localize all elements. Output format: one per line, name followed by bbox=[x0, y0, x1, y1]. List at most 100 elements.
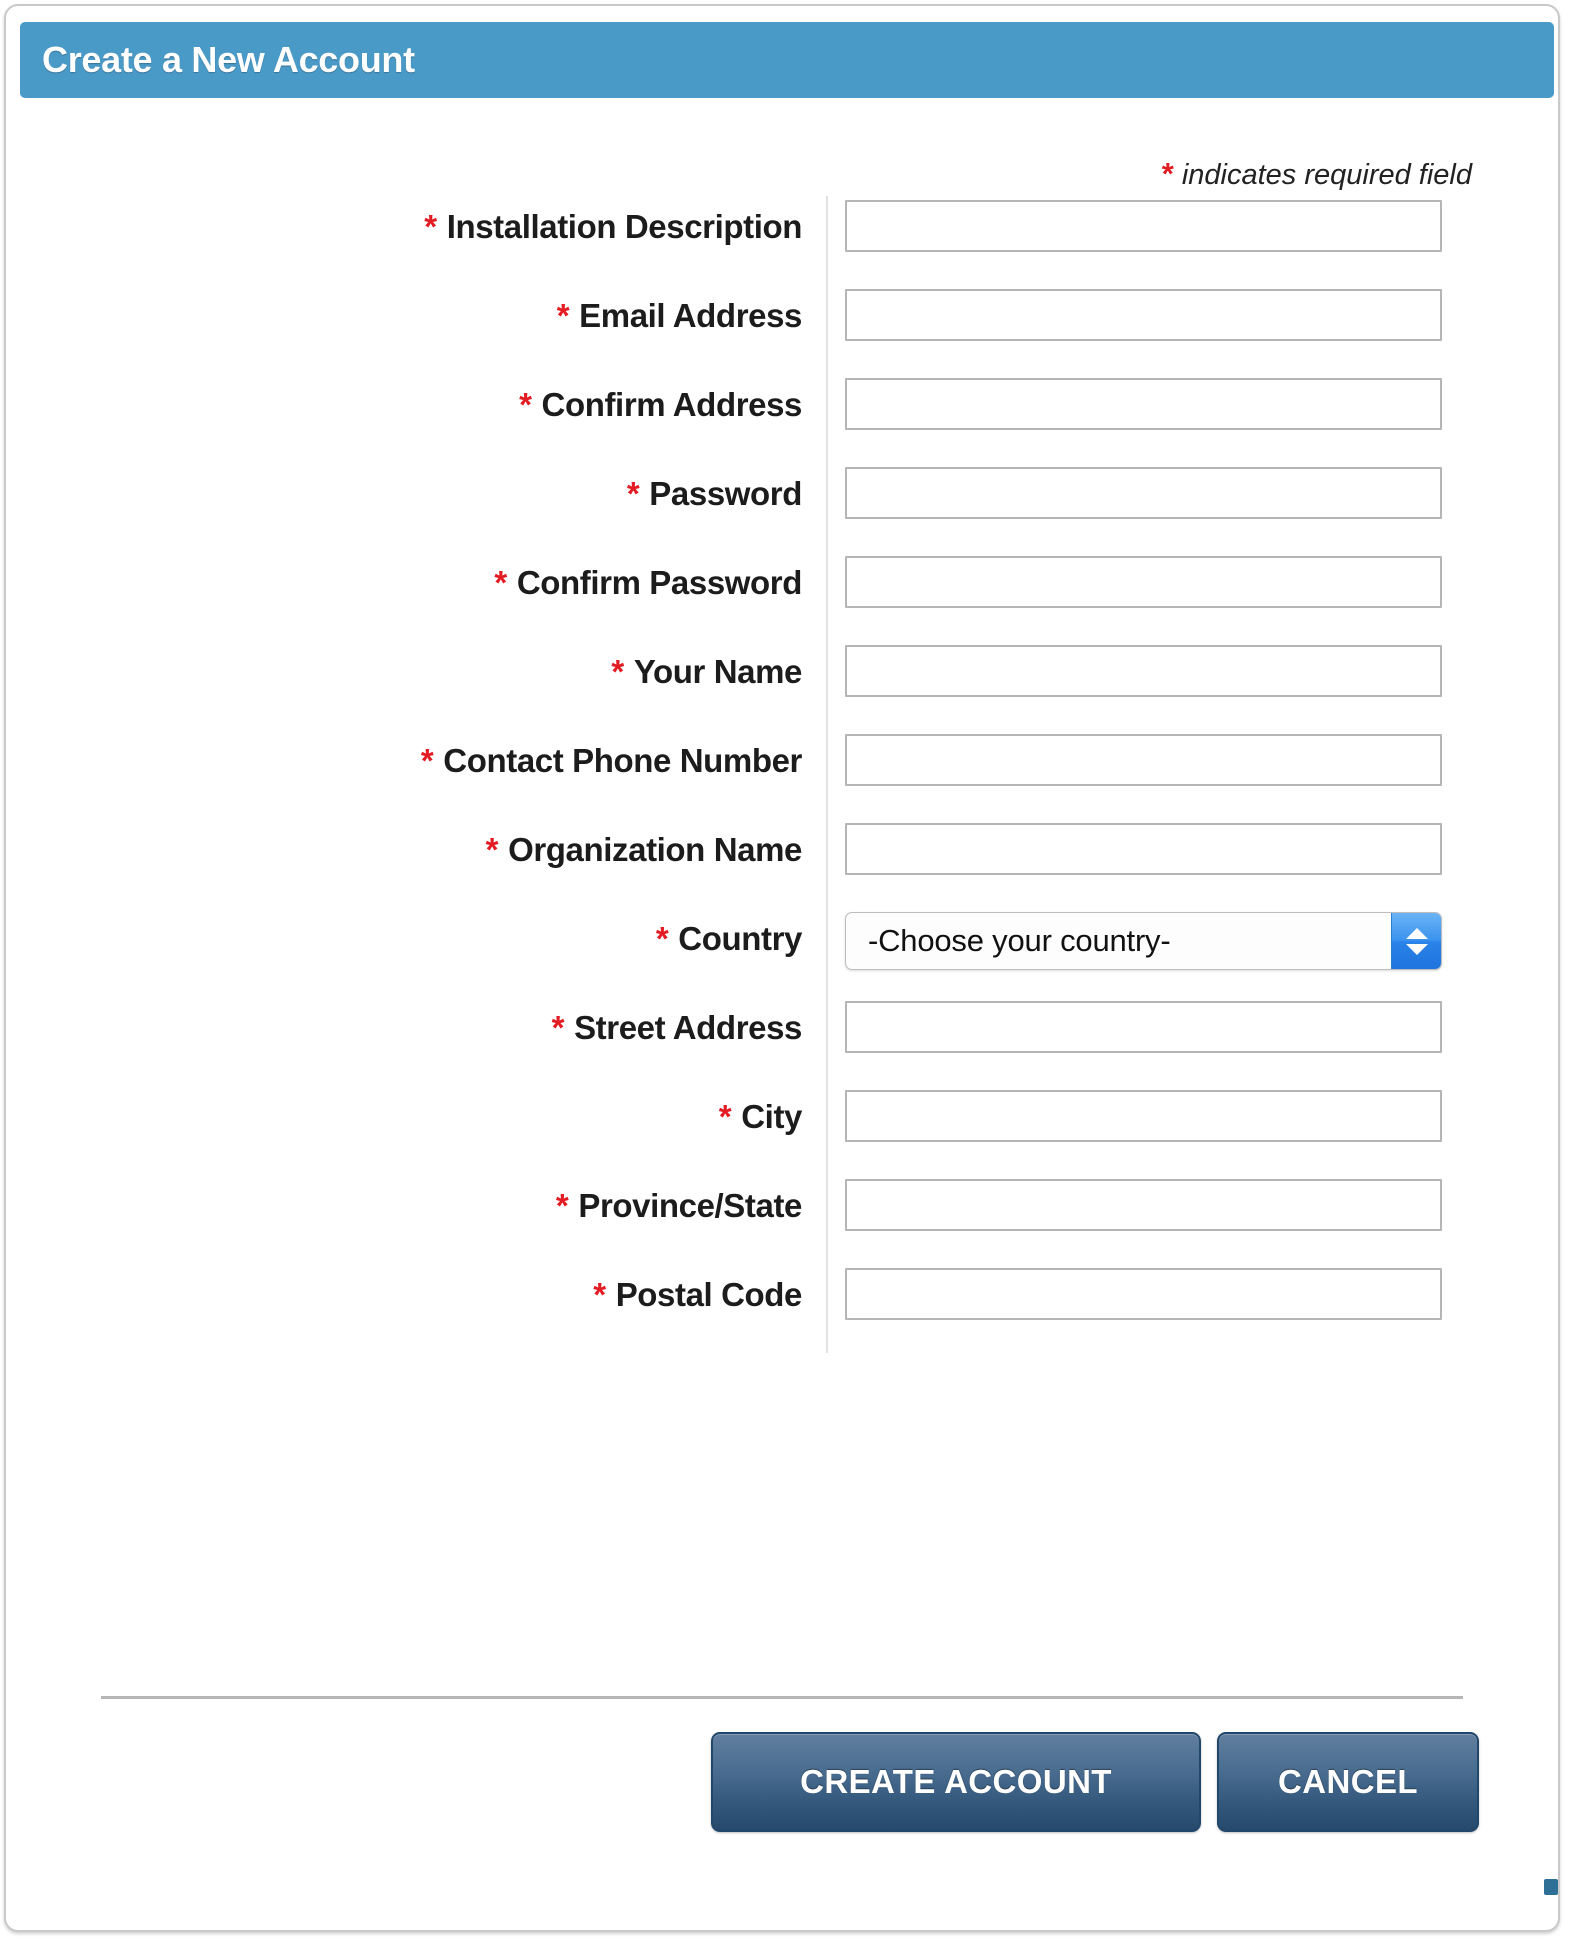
required-asterisk-icon: * bbox=[556, 297, 570, 334]
form-row: * Street Address bbox=[6, 997, 1558, 1086]
text-input[interactable] bbox=[845, 1001, 1442, 1053]
form-input-cell bbox=[828, 196, 1442, 252]
text-input[interactable] bbox=[845, 200, 1442, 252]
form-input-cell bbox=[828, 1175, 1442, 1231]
field-label-text: Postal Code bbox=[615, 1276, 803, 1313]
field-label: * Organization Name bbox=[485, 831, 803, 868]
required-asterisk-icon: * bbox=[420, 742, 434, 779]
form-row: * Confirm Password bbox=[6, 552, 1558, 641]
account-creation-card: Create a New Account * indicates required… bbox=[4, 4, 1560, 1932]
chevron-down-icon bbox=[1405, 943, 1428, 955]
field-label: * Installation Description bbox=[424, 208, 802, 245]
field-label: * Email Address bbox=[556, 297, 803, 334]
field-label: * City bbox=[718, 1098, 803, 1135]
page-title: Create a New Account bbox=[42, 39, 415, 80]
form-label-cell: * Organization Name bbox=[6, 819, 828, 908]
dialog-header: Create a New Account bbox=[20, 22, 1554, 98]
form-label-cell: * Province/State bbox=[6, 1175, 828, 1264]
text-input[interactable] bbox=[845, 823, 1442, 875]
form-label-cell: * Confirm Password bbox=[6, 552, 828, 641]
form-row: * Your Name bbox=[6, 641, 1558, 730]
field-label-text: Your Name bbox=[633, 653, 803, 690]
form-row: * Postal Code bbox=[6, 1264, 1558, 1353]
field-label: * Postal Code bbox=[593, 1276, 802, 1313]
form-input-cell bbox=[828, 374, 1442, 430]
cancel-button[interactable]: CANCEL bbox=[1217, 1732, 1479, 1832]
field-label-text: Country bbox=[678, 920, 802, 957]
footer-actions: CREATE ACCOUNT CANCEL bbox=[6, 1732, 1479, 1832]
chevron-up-icon bbox=[1405, 927, 1428, 939]
field-label-text: Confirm Password bbox=[516, 564, 803, 601]
account-form: * Installation Description * Email Address *… bbox=[6, 196, 1558, 1353]
form-label-cell: * Confirm Address bbox=[6, 374, 828, 463]
form-label-cell: * Country bbox=[6, 908, 828, 997]
form-label-cell: * Your Name bbox=[6, 641, 828, 730]
field-label-text: Installation Description bbox=[446, 208, 803, 245]
form-label-cell: * Street Address bbox=[6, 997, 828, 1086]
required-field-note: * indicates required field bbox=[1162, 156, 1472, 192]
form-row: * Password bbox=[6, 463, 1558, 552]
up-down-chevron-icon[interactable] bbox=[1391, 913, 1441, 969]
field-label-text: City bbox=[741, 1098, 802, 1135]
form-input-cell bbox=[828, 641, 1442, 697]
form-row: * Confirm Address bbox=[6, 374, 1558, 463]
field-label-text: Password bbox=[649, 475, 802, 512]
form-input-cell bbox=[828, 819, 1442, 875]
form-row: * Email Address bbox=[6, 285, 1558, 374]
text-input[interactable] bbox=[845, 734, 1442, 786]
required-asterisk-icon: * bbox=[485, 831, 499, 868]
field-label: * Your Name bbox=[611, 653, 802, 690]
field-label-text: Province/State bbox=[578, 1187, 802, 1224]
form-label-cell: * Postal Code bbox=[6, 1264, 828, 1353]
text-input[interactable] bbox=[845, 1268, 1442, 1320]
form-input-cell bbox=[828, 997, 1442, 1053]
required-asterisk-icon: * bbox=[626, 475, 640, 512]
required-asterisk-icon: * bbox=[519, 386, 532, 423]
required-asterisk-icon: * bbox=[551, 1009, 565, 1046]
text-input[interactable] bbox=[845, 556, 1442, 608]
field-label: * Password bbox=[626, 475, 803, 512]
form-label-cell: * Contact Phone Number bbox=[6, 730, 828, 819]
form-label-cell: * City bbox=[6, 1086, 828, 1175]
required-note-text: indicates required field bbox=[1181, 159, 1472, 191]
field-label-text: Organization Name bbox=[508, 831, 802, 868]
field-label: * Province/State bbox=[555, 1187, 803, 1224]
text-input[interactable] bbox=[845, 645, 1442, 697]
form-row: * Organization Name bbox=[6, 819, 1558, 908]
form-label-cell: * Password bbox=[6, 463, 828, 552]
form-label-cell: * Email Address bbox=[6, 285, 828, 374]
country-select[interactable]: -Choose your country- bbox=[845, 912, 1442, 970]
edge-artifact bbox=[1544, 1879, 1558, 1895]
form-row: * Country -Choose your country- bbox=[6, 908, 1558, 997]
form-row: * Installation Description bbox=[6, 196, 1558, 285]
field-label-text: Email Address bbox=[579, 297, 802, 334]
required-asterisk-icon: * bbox=[611, 653, 624, 690]
field-label: * Confirm Password bbox=[494, 564, 802, 601]
required-asterisk-icon: * bbox=[555, 1187, 569, 1224]
required-asterisk-icon: * bbox=[593, 1276, 606, 1313]
form-input-cell bbox=[828, 463, 1442, 519]
text-input[interactable] bbox=[845, 289, 1442, 341]
text-input[interactable] bbox=[845, 1090, 1442, 1142]
text-input[interactable] bbox=[845, 378, 1442, 430]
field-label: * Confirm Address bbox=[519, 386, 802, 423]
form-input-cell bbox=[828, 730, 1442, 786]
form-input-cell bbox=[828, 1086, 1442, 1142]
text-input[interactable] bbox=[845, 467, 1442, 519]
field-label-text: Contact Phone Number bbox=[443, 742, 802, 779]
text-input[interactable] bbox=[845, 1179, 1442, 1231]
form-row: * City bbox=[6, 1086, 1558, 1175]
footer-divider bbox=[101, 1696, 1463, 1699]
required-asterisk-icon: * bbox=[718, 1098, 732, 1135]
form-input-cell bbox=[828, 1264, 1442, 1320]
field-label: * Country bbox=[655, 920, 803, 957]
field-label-text: Street Address bbox=[574, 1009, 802, 1046]
country-select-value: -Choose your country- bbox=[868, 923, 1171, 958]
form-row: * Contact Phone Number bbox=[6, 730, 1558, 819]
required-asterisk-icon: * bbox=[424, 208, 437, 245]
required-asterisk-icon: * bbox=[655, 920, 669, 957]
form-input-cell bbox=[828, 552, 1442, 608]
form-input-cell bbox=[828, 285, 1442, 341]
create-account-button[interactable]: CREATE ACCOUNT bbox=[711, 1732, 1201, 1832]
field-label-text: Confirm Address bbox=[541, 386, 803, 423]
